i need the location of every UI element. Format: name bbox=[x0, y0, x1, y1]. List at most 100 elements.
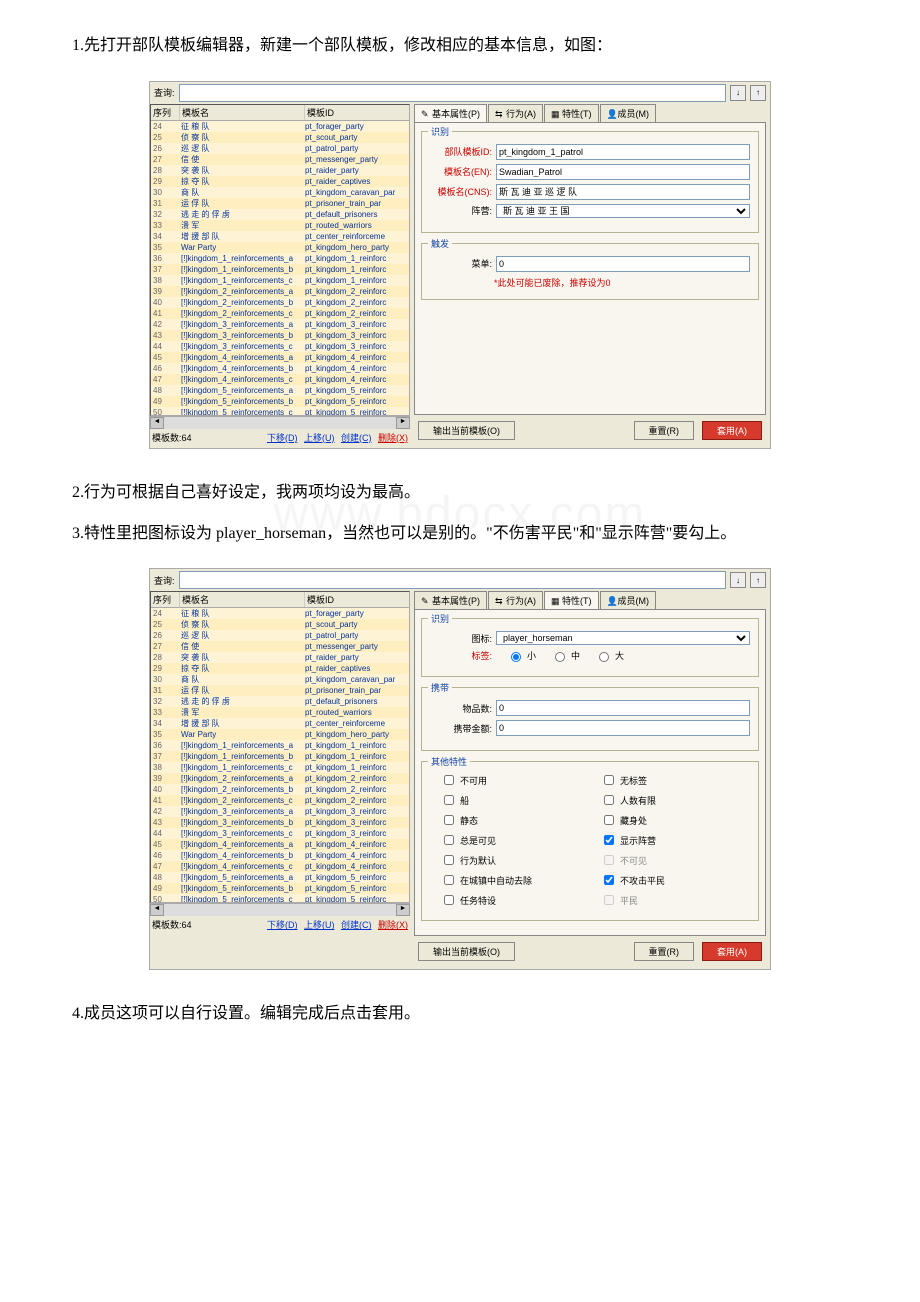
table-row[interactable]: 24征 粮 队pt_forager_party bbox=[151, 608, 409, 619]
table-row[interactable]: 46[!]kingdom_4_reinforcements_bpt_kingdo… bbox=[151, 850, 409, 861]
table-row[interactable]: 40[!]kingdom_2_reinforcements_bpt_kingdo… bbox=[151, 784, 409, 795]
table-row[interactable]: 36[!]kingdom_1_reinforcements_apt_kingdo… bbox=[151, 740, 409, 751]
search-up-icon[interactable]: ↑ bbox=[750, 572, 766, 588]
id-input[interactable] bbox=[496, 144, 750, 160]
items-input[interactable] bbox=[496, 700, 750, 716]
en-input[interactable] bbox=[496, 164, 750, 180]
table-row[interactable]: 43[!]kingdom_3_reinforcements_bpt_kingdo… bbox=[151, 330, 409, 341]
tab-behavior[interactable]: ⇆行为(A) bbox=[488, 104, 543, 122]
table-row[interactable]: 50[!]kingdom_5_reinforcements_cpt_kingdo… bbox=[151, 894, 409, 903]
table-row[interactable]: 43[!]kingdom_3_reinforcements_bpt_kingdo… bbox=[151, 817, 409, 828]
cn-input[interactable] bbox=[496, 184, 750, 200]
table-row[interactable]: 49[!]kingdom_5_reinforcements_bpt_kingdo… bbox=[151, 883, 409, 894]
template-grid[interactable]: 序列 模板名 模板ID 24征 粮 队pt_forager_party25侦 察… bbox=[150, 591, 410, 903]
menu-input[interactable] bbox=[496, 256, 750, 272]
gold-input[interactable] bbox=[496, 720, 750, 736]
table-row[interactable]: 30商 队pt_kingdom_caravan_par bbox=[151, 187, 409, 198]
table-row[interactable]: 38[!]kingdom_1_reinforcements_cpt_kingdo… bbox=[151, 275, 409, 286]
tab-basic[interactable]: ✎基本属性(P) bbox=[414, 591, 487, 609]
search-up-icon[interactable]: ↑ bbox=[750, 85, 766, 101]
table-row[interactable]: 25侦 察 队pt_scout_party bbox=[151, 132, 409, 143]
table-row[interactable]: 45[!]kingdom_4_reinforcements_apt_kingdo… bbox=[151, 352, 409, 363]
move-up-link[interactable]: 上移(U) bbox=[304, 920, 335, 930]
tab-behavior[interactable]: ⇆行为(A) bbox=[488, 591, 543, 609]
table-row[interactable]: 40[!]kingdom_2_reinforcements_bpt_kingdo… bbox=[151, 297, 409, 308]
table-row[interactable]: 28突 袭 队pt_raider_party bbox=[151, 165, 409, 176]
table-row[interactable]: 31运 俘 队pt_prisoner_train_par bbox=[151, 198, 409, 209]
search-down-icon[interactable]: ↓ bbox=[730, 85, 746, 101]
output-button[interactable]: 输出当前模板(O) bbox=[418, 942, 515, 961]
search-down-icon[interactable]: ↓ bbox=[730, 572, 746, 588]
table-row[interactable]: 44[!]kingdom_3_reinforcements_cpt_kingdo… bbox=[151, 341, 409, 352]
table-row[interactable]: 33溃 军pt_routed_warriors bbox=[151, 220, 409, 231]
reset-button[interactable]: 重置(R) bbox=[634, 942, 695, 961]
table-row[interactable]: 41[!]kingdom_2_reinforcements_cpt_kingdo… bbox=[151, 308, 409, 319]
table-row[interactable]: 29掠 夺 队pt_raider_captives bbox=[151, 176, 409, 187]
table-row[interactable]: 47[!]kingdom_4_reinforcements_cpt_kingdo… bbox=[151, 374, 409, 385]
chk-always-vis[interactable] bbox=[444, 835, 454, 845]
table-row[interactable]: 38[!]kingdom_1_reinforcements_cpt_kingdo… bbox=[151, 762, 409, 773]
faction-select[interactable]: 斯 瓦 迪 亚 王 国 bbox=[496, 204, 750, 218]
table-row[interactable]: 32逃 走 的 俘 虏pt_default_prisoners bbox=[151, 209, 409, 220]
apply-button[interactable]: 套用(A) bbox=[702, 942, 762, 961]
tab-trait[interactable]: ▦特性(T) bbox=[544, 104, 599, 122]
create-link[interactable]: 创建(C) bbox=[341, 920, 372, 930]
hscroll[interactable]: ◄► bbox=[150, 903, 410, 916]
search-input[interactable] bbox=[179, 84, 726, 102]
chk-nolabel[interactable] bbox=[604, 775, 614, 785]
output-button[interactable]: 输出当前模板(O) bbox=[418, 421, 515, 440]
tab-basic[interactable]: ✎基本属性(P) bbox=[414, 104, 487, 122]
table-row[interactable]: 30商 队pt_kingdom_caravan_par bbox=[151, 674, 409, 685]
chk-static[interactable] bbox=[444, 815, 454, 825]
table-row[interactable]: 34增 援 部 队pt_center_reinforceme bbox=[151, 231, 409, 242]
chk-no-attack-civ[interactable] bbox=[604, 875, 614, 885]
table-row[interactable]: 29掠 夺 队pt_raider_captives bbox=[151, 663, 409, 674]
chk-default[interactable] bbox=[444, 855, 454, 865]
table-row[interactable]: 25侦 察 队pt_scout_party bbox=[151, 619, 409, 630]
table-row[interactable]: 32逃 走 的 俘 虏pt_default_prisoners bbox=[151, 696, 409, 707]
table-row[interactable]: 26巡 逻 队pt_patrol_party bbox=[151, 143, 409, 154]
hscroll[interactable]: ◄► bbox=[150, 416, 410, 429]
table-row[interactable]: 50[!]kingdom_5_reinforcements_cpt_kingdo… bbox=[151, 407, 409, 416]
table-row[interactable]: 24征 粮 队pt_forager_party bbox=[151, 121, 409, 132]
table-row[interactable]: 41[!]kingdom_2_reinforcements_cpt_kingdo… bbox=[151, 795, 409, 806]
table-row[interactable]: 44[!]kingdom_3_reinforcements_cpt_kingdo… bbox=[151, 828, 409, 839]
table-row[interactable]: 34增 援 部 队pt_center_reinforceme bbox=[151, 718, 409, 729]
table-row[interactable]: 45[!]kingdom_4_reinforcements_apt_kingdo… bbox=[151, 839, 409, 850]
table-row[interactable]: 37[!]kingdom_1_reinforcements_bpt_kingdo… bbox=[151, 751, 409, 762]
table-row[interactable]: 31运 俘 队pt_prisoner_train_par bbox=[151, 685, 409, 696]
chk-limit[interactable] bbox=[604, 795, 614, 805]
chk-ship[interactable] bbox=[444, 795, 454, 805]
chk-quest[interactable] bbox=[444, 895, 454, 905]
tab-members[interactable]: 👤成员(M) bbox=[600, 591, 657, 609]
tab-trait[interactable]: ▦特性(T) bbox=[544, 591, 599, 609]
table-row[interactable]: 26巡 逻 队pt_patrol_party bbox=[151, 630, 409, 641]
size-small-radio[interactable] bbox=[511, 652, 521, 662]
table-row[interactable]: 39[!]kingdom_2_reinforcements_apt_kingdo… bbox=[151, 286, 409, 297]
icon-select[interactable]: player_horseman bbox=[496, 631, 750, 645]
chk-town-remove[interactable] bbox=[444, 875, 454, 885]
table-row[interactable]: 37[!]kingdom_1_reinforcements_bpt_kingdo… bbox=[151, 264, 409, 275]
chk-disabled[interactable] bbox=[444, 775, 454, 785]
table-row[interactable]: 49[!]kingdom_5_reinforcements_bpt_kingdo… bbox=[151, 396, 409, 407]
move-up-link[interactable]: 上移(U) bbox=[304, 433, 335, 443]
tab-members[interactable]: 👤成员(M) bbox=[600, 104, 657, 122]
chk-hide[interactable] bbox=[604, 815, 614, 825]
table-row[interactable]: 39[!]kingdom_2_reinforcements_apt_kingdo… bbox=[151, 773, 409, 784]
search-input[interactable] bbox=[179, 571, 726, 589]
table-row[interactable]: 27信 使pt_messenger_party bbox=[151, 154, 409, 165]
table-row[interactable]: 27信 使pt_messenger_party bbox=[151, 641, 409, 652]
move-down-link[interactable]: 下移(D) bbox=[267, 920, 298, 930]
template-grid[interactable]: 序列 模板名 模板ID 24征 粮 队pt_forager_party25侦 察… bbox=[150, 104, 410, 416]
table-row[interactable]: 36[!]kingdom_1_reinforcements_apt_kingdo… bbox=[151, 253, 409, 264]
create-link[interactable]: 创建(C) bbox=[341, 433, 372, 443]
move-down-link[interactable]: 下移(D) bbox=[267, 433, 298, 443]
delete-link[interactable]: 删除(X) bbox=[378, 433, 408, 443]
table-row[interactable]: 42[!]kingdom_3_reinforcements_apt_kingdo… bbox=[151, 806, 409, 817]
size-large-radio[interactable] bbox=[599, 652, 609, 662]
chk-show-faction[interactable] bbox=[604, 835, 614, 845]
reset-button[interactable]: 重置(R) bbox=[634, 421, 695, 440]
table-row[interactable]: 35War Partypt_kingdom_hero_party bbox=[151, 242, 409, 253]
table-row[interactable]: 46[!]kingdom_4_reinforcements_bpt_kingdo… bbox=[151, 363, 409, 374]
table-row[interactable]: 28突 袭 队pt_raider_party bbox=[151, 652, 409, 663]
